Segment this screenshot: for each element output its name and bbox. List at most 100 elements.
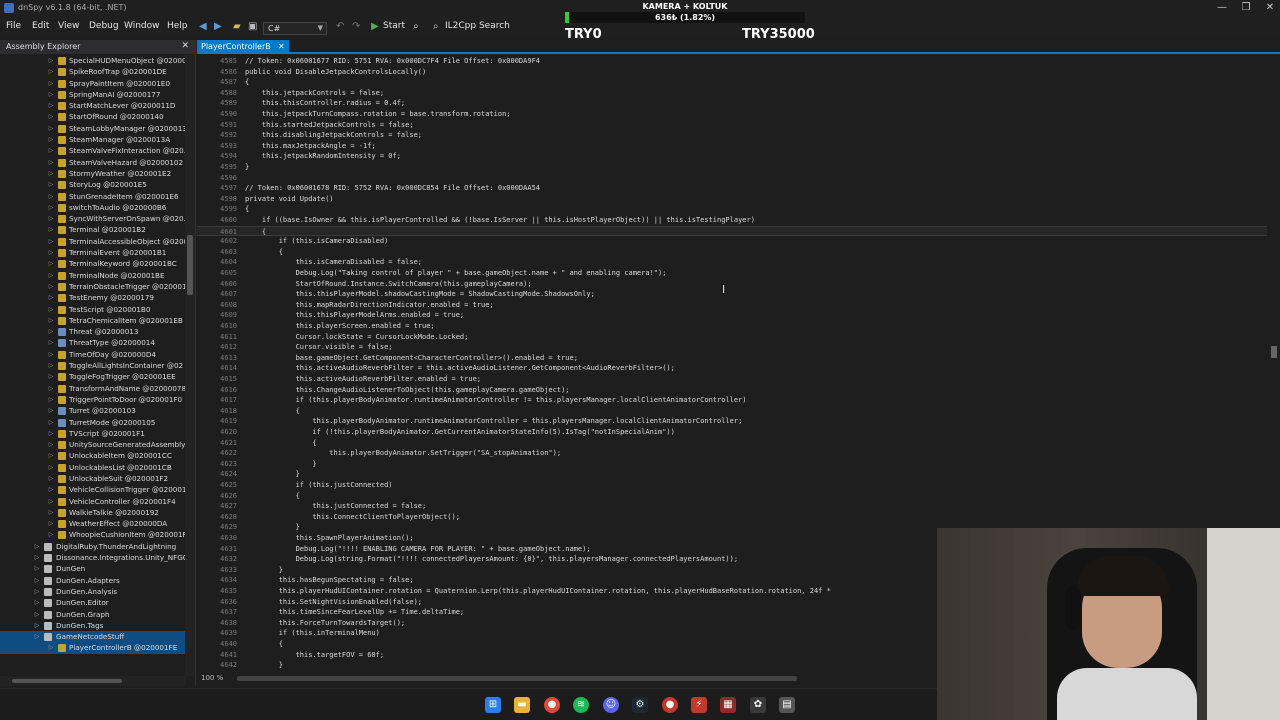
scrollbar-thumb[interactable] bbox=[187, 235, 193, 295]
class-node[interactable]: ▷ switchToAudio @020000B6 bbox=[0, 202, 186, 213]
class-node[interactable]: ▷ SprayPaintItem @020001E0 bbox=[0, 78, 186, 89]
namespace-node[interactable]: ▷ DunGen.Adapters bbox=[0, 575, 186, 586]
expand-icon[interactable]: ▷ bbox=[47, 78, 55, 89]
code-line[interactable]: 4627 this.justConnected = false; bbox=[197, 501, 1267, 512]
class-node[interactable]: ▷ PlayerControllerB @020001FE bbox=[0, 642, 186, 654]
code-line[interactable]: 4590 this.jetpackTurnCompass.rotation = … bbox=[197, 109, 1267, 120]
code-line[interactable]: 4598 private void Update() bbox=[197, 194, 1267, 205]
code-line[interactable]: 4611 Cursor.lockState = CursorLockMode.L… bbox=[197, 332, 1267, 343]
expand-icon[interactable]: ▷ bbox=[47, 462, 55, 473]
expand-icon[interactable]: ▷ bbox=[33, 552, 41, 563]
class-node[interactable]: ▷ Terminal @020001B2 bbox=[0, 224, 186, 235]
expand-icon[interactable]: ▷ bbox=[47, 349, 55, 360]
code-line[interactable]: 4619 this.playerBodyAnimator.runtimeAnim… bbox=[197, 416, 1267, 427]
code-line[interactable]: 4594 this.jetpackRandomIntensity = 0f; bbox=[197, 151, 1267, 162]
expand-icon[interactable]: ▷ bbox=[47, 337, 55, 348]
expand-icon[interactable]: ▷ bbox=[33, 541, 41, 552]
discord-icon[interactable]: ☺ bbox=[603, 697, 619, 713]
code-line[interactable]: 4615 this.activeAudioReverbFilter.enable… bbox=[197, 374, 1267, 385]
class-node[interactable]: ▷ StormyWeather @020001E2 bbox=[0, 168, 186, 179]
expand-icon[interactable]: ▷ bbox=[33, 563, 41, 574]
class-node[interactable]: ▷ UnlockablesList @020001CB bbox=[0, 462, 186, 473]
class-node[interactable]: ▷ StartMatchLever @0200011D bbox=[0, 100, 186, 111]
close-tab-icon[interactable]: ✕ bbox=[278, 40, 285, 54]
expand-icon[interactable]: ▷ bbox=[47, 213, 55, 224]
assembly-tree[interactable]: ▷ SpecialHUDMenuObject @02000... ▷ SpikeRoo… bbox=[0, 55, 186, 676]
expand-icon[interactable]: ▷ bbox=[47, 100, 55, 111]
menu-view[interactable]: View bbox=[58, 21, 79, 31]
class-node[interactable]: ▷ TurretMode @02000105 bbox=[0, 417, 186, 428]
expand-icon[interactable]: ▷ bbox=[47, 111, 55, 122]
expand-icon[interactable]: ▷ bbox=[47, 642, 55, 653]
tab-playercontrollerb[interactable]: PlayerControllerB ✕ bbox=[197, 40, 289, 54]
expand-icon[interactable]: ▷ bbox=[47, 55, 55, 66]
expand-icon[interactable]: ▷ bbox=[47, 496, 55, 507]
expand-icon[interactable]: ▷ bbox=[47, 304, 55, 315]
expand-icon[interactable]: ▷ bbox=[47, 145, 55, 156]
code-line[interactable]: 4593 this.maxJetpackAngle = -1f; bbox=[197, 141, 1267, 152]
expand-icon[interactable]: ▷ bbox=[47, 507, 55, 518]
expand-icon[interactable]: ▷ bbox=[47, 157, 55, 168]
class-node[interactable]: ▷ TerminalNode @020001BE bbox=[0, 270, 186, 281]
start-button[interactable]: Start bbox=[383, 21, 405, 31]
code-line[interactable]: 4585 // Token: 0x06001677 RID: 5751 RVA: … bbox=[197, 56, 1267, 67]
expand-icon[interactable]: ▷ bbox=[47, 529, 55, 540]
windows-start-icon[interactable]: ⊞ bbox=[485, 697, 501, 713]
namespace-node[interactable]: ▷ DigitalRuby.ThunderAndLightning bbox=[0, 541, 186, 552]
il2cpp-search-button[interactable]: IL2Cpp Search bbox=[445, 21, 510, 31]
expand-icon[interactable]: ▷ bbox=[33, 575, 41, 586]
expand-icon[interactable]: ▷ bbox=[47, 371, 55, 382]
expand-icon[interactable]: ▷ bbox=[47, 326, 55, 337]
code-line[interactable]: 4614 this.activeAudioReverbFilter = this… bbox=[197, 363, 1267, 374]
namespace-node[interactable]: ▷ DunGen.Graph bbox=[0, 609, 186, 620]
code-line[interactable]: 4600 if ((base.IsOwner && this.isPlayerC… bbox=[197, 215, 1267, 226]
expand-icon[interactable]: ▷ bbox=[47, 191, 55, 202]
expand-icon[interactable]: ▷ bbox=[47, 123, 55, 134]
code-line[interactable]: 4620 if (!this.playerBodyAnimator.GetCur… bbox=[197, 427, 1267, 438]
class-node[interactable]: ▷ TerrainObstacleTrigger @020001 bbox=[0, 281, 186, 292]
namespace-node[interactable]: ▷ DunGen.Editor bbox=[0, 597, 186, 608]
code-line[interactable]: 4606 StartOfRound.Instance.SwitchCamera(… bbox=[197, 279, 1267, 290]
expand-icon[interactable]: ▷ bbox=[47, 315, 55, 326]
class-node[interactable]: ▷ StunGrenadeItem @020001E6 bbox=[0, 191, 186, 202]
expand-icon[interactable]: ▷ bbox=[47, 439, 55, 450]
code-line[interactable]: 4597 // Token: 0x06001678 RID: 5752 RVA: … bbox=[197, 183, 1267, 194]
expand-icon[interactable]: ▷ bbox=[33, 586, 41, 597]
dnspy-icon[interactable]: ▤ bbox=[779, 697, 795, 713]
scrollbar-thumb[interactable] bbox=[12, 679, 122, 683]
expand-icon[interactable]: ▷ bbox=[47, 394, 55, 405]
class-node[interactable]: ▷ SteamManager @0200013A bbox=[0, 134, 186, 145]
redo-icon[interactable]: ↷ bbox=[352, 21, 360, 32]
code-line[interactable]: 4625 if (this.justConnected) bbox=[197, 480, 1267, 491]
language-select[interactable]: C# ▼ bbox=[263, 22, 327, 35]
expand-icon[interactable]: ▷ bbox=[47, 473, 55, 484]
code-line[interactable]: 4623 } bbox=[197, 459, 1267, 470]
code-line[interactable]: 4599 { bbox=[197, 204, 1267, 215]
open-folder-icon[interactable]: ▰ bbox=[233, 21, 241, 32]
class-node[interactable]: ▷ WhoopieCushionItem @020001F bbox=[0, 529, 186, 540]
class-node[interactable]: ▷ WeatherEffect @020000DA bbox=[0, 518, 186, 529]
class-node[interactable]: ▷ Turret @02000103 bbox=[0, 405, 186, 416]
back-icon[interactable]: ◀ bbox=[199, 21, 207, 32]
class-node[interactable]: ▷ ToggleFogTrigger @020001EE bbox=[0, 371, 186, 382]
class-node[interactable]: ▷ VehicleCollisionTrigger @020001 bbox=[0, 484, 186, 495]
class-node[interactable]: ▷ TVScript @020001F1 bbox=[0, 428, 186, 439]
scrollbar-thumb[interactable] bbox=[1271, 346, 1277, 358]
expand-icon[interactable]: ▷ bbox=[33, 620, 41, 631]
spotify-icon[interactable]: ≋ bbox=[573, 697, 589, 713]
expand-icon[interactable]: ▷ bbox=[47, 518, 55, 529]
file-explorer-icon[interactable]: ▬ bbox=[514, 697, 530, 713]
code-line[interactable]: 4595} bbox=[197, 162, 1267, 173]
app-icon[interactable]: ⚡ bbox=[691, 697, 707, 713]
expand-icon[interactable]: ▷ bbox=[47, 89, 55, 100]
steam-icon[interactable]: ⚙ bbox=[632, 697, 648, 713]
expand-icon[interactable]: ▷ bbox=[47, 292, 55, 303]
class-node[interactable]: ▷ WalkieTalkie @02000192 bbox=[0, 507, 186, 518]
menu-window[interactable]: Window bbox=[124, 21, 160, 31]
class-node[interactable]: ▷ SpikeRoofTrap @020001DE bbox=[0, 66, 186, 77]
class-node[interactable]: ▷ UnlockableItem @020001CC bbox=[0, 450, 186, 461]
class-node[interactable]: ▷ SyncWithServerOnSpawn @020... bbox=[0, 213, 186, 224]
expand-icon[interactable]: ▷ bbox=[47, 258, 55, 269]
tree-vertical-scrollbar[interactable] bbox=[185, 55, 195, 676]
expand-icon[interactable]: ▷ bbox=[47, 484, 55, 495]
